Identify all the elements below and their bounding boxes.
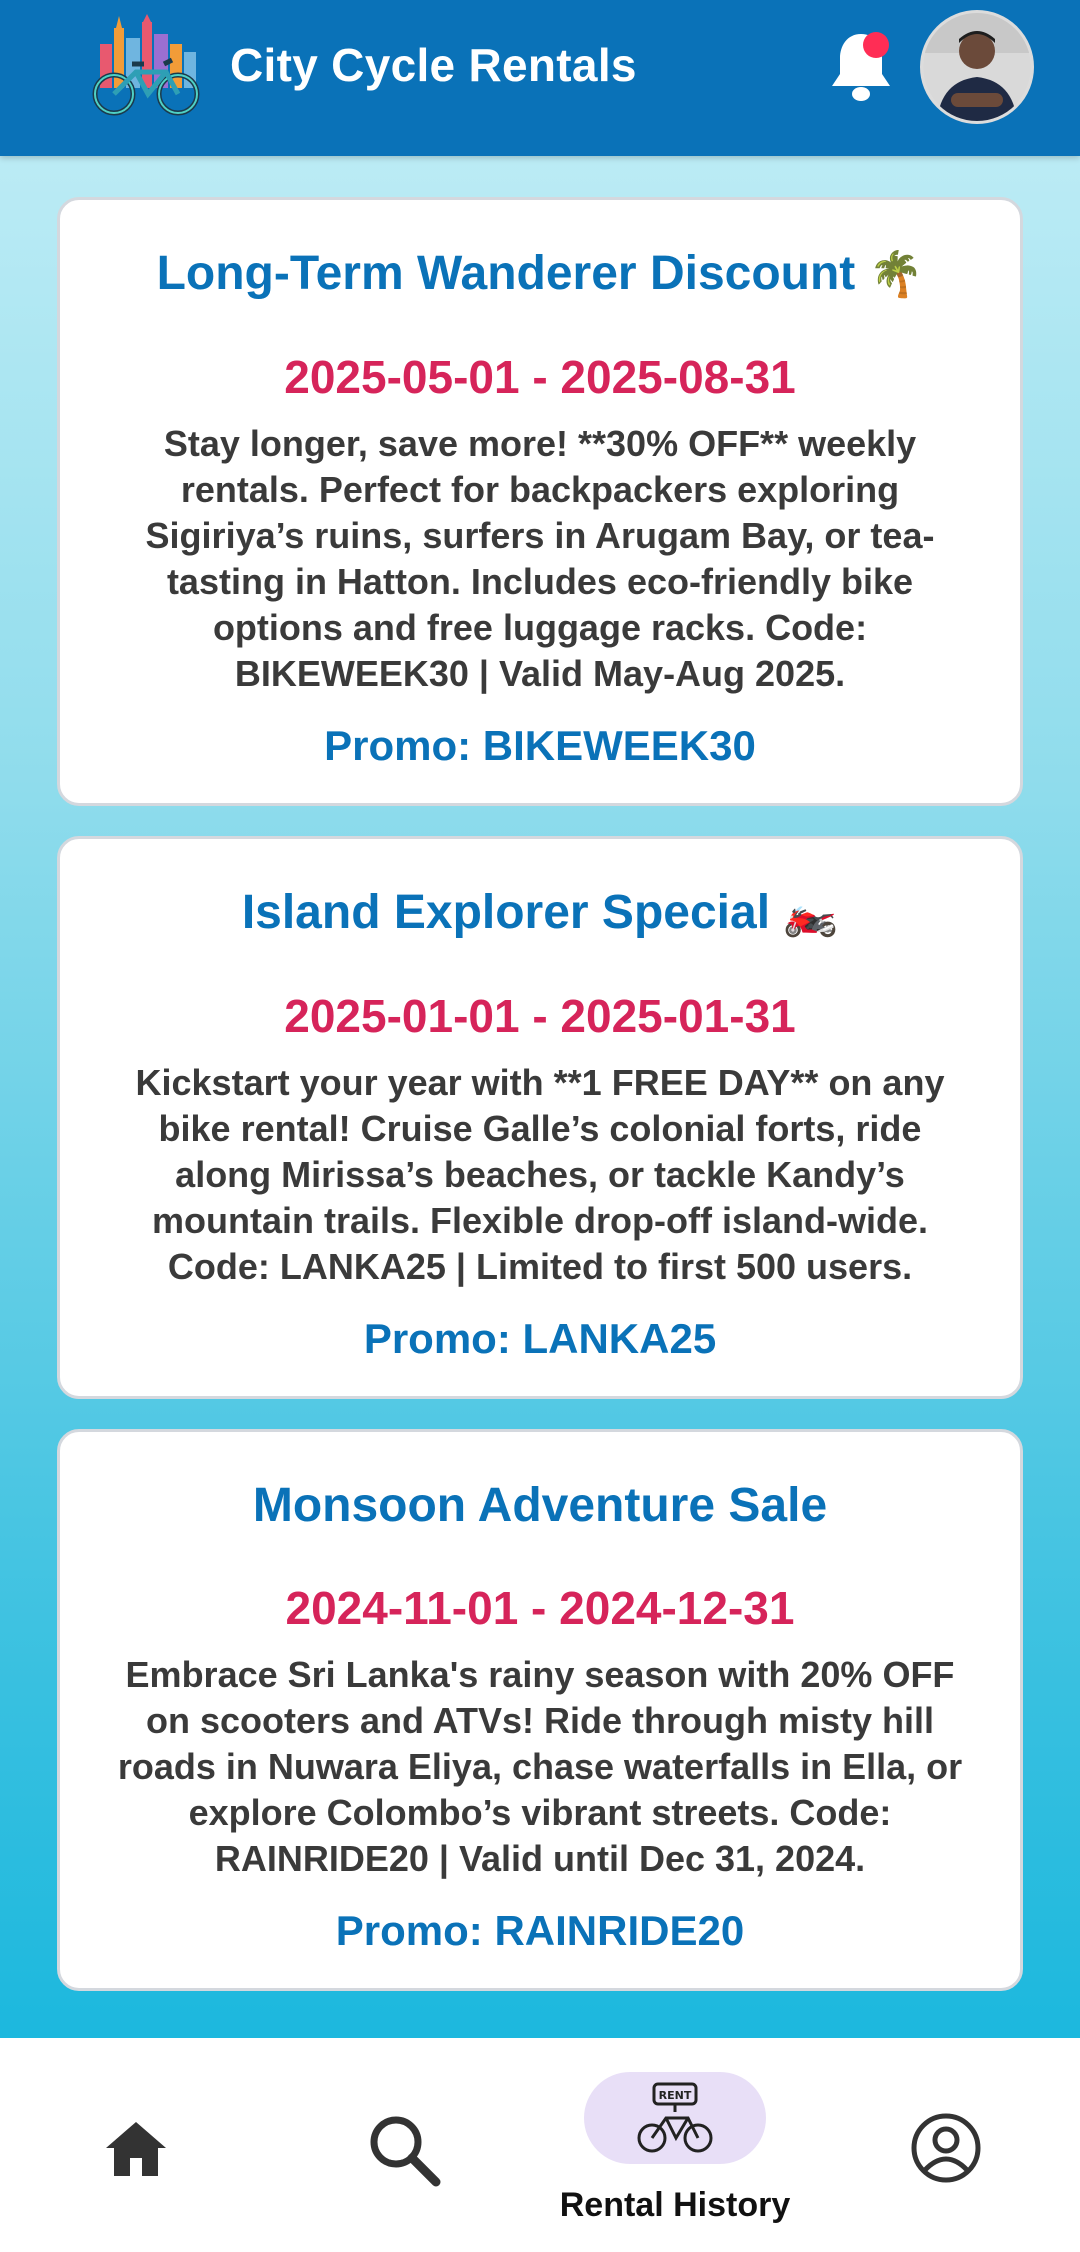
promotion-description: Embrace Sri Lanka's rainy season with 20…	[117, 1654, 963, 1879]
promotion-dates: 2024-11-01 - 2024-12-31	[285, 1582, 795, 1634]
promotion-card[interactable]: Long-Term Wanderer Discount 🌴 2025-05-01…	[57, 197, 1023, 806]
tab-rental-history-label[interactable]: Rental History	[540, 2186, 810, 2225]
user-avatar-icon	[923, 13, 1031, 121]
promo-code: Promo: BIKEWEEK30	[324, 722, 756, 769]
promotion-description: Stay longer, save more! **30% OFF** week…	[145, 423, 935, 694]
city-bicycle-logo-icon	[92, 14, 200, 116]
promotion-description: Kickstart your year with **1 FREE DAY** …	[135, 1062, 945, 1287]
promotions-list: Long-Term Wanderer Discount 🌴 2025-05-01…	[57, 197, 1023, 2021]
notification-dot	[863, 32, 889, 58]
promotion-title: Monsoon Adventure Sale	[252, 1479, 828, 1532]
avatar[interactable]	[920, 10, 1034, 124]
promotion-title: Island Explorer Special 🏍️	[241, 886, 839, 939]
promotion-card[interactable]: Monsoon Adventure Sale 2024-11-01 - 2024…	[57, 1429, 1023, 1991]
rent-badge-text: RENT	[659, 2089, 692, 2102]
promotion-card[interactable]: Island Explorer Special 🏍️ 2025-01-01 - …	[57, 836, 1023, 1399]
app-header: City Cycle Rentals	[0, 0, 1080, 156]
home-icon[interactable]	[104, 2118, 168, 2178]
promo-code: Promo: LANKA25	[363, 1315, 717, 1362]
palm-tree-icon: 🌴	[868, 250, 924, 299]
rent-bike-icon[interactable]: RENT	[636, 2082, 714, 2156]
promotion-title: Long-Term Wanderer Discount 🌴	[156, 247, 924, 300]
profile-icon[interactable]	[910, 2112, 982, 2184]
promo-code: Promo: RAINRIDE20	[335, 1907, 745, 1954]
search-icon[interactable]	[366, 2112, 442, 2188]
motorcycle-icon: 🏍️	[783, 889, 839, 938]
promotion-dates: 2025-01-01 - 2025-01-31	[284, 990, 796, 1042]
bottom-navigation: RENT Rental History	[0, 2038, 1080, 2252]
promotion-dates: 2025-05-01 - 2025-08-31	[284, 351, 796, 403]
app-title: City Cycle Rentals	[230, 39, 637, 91]
